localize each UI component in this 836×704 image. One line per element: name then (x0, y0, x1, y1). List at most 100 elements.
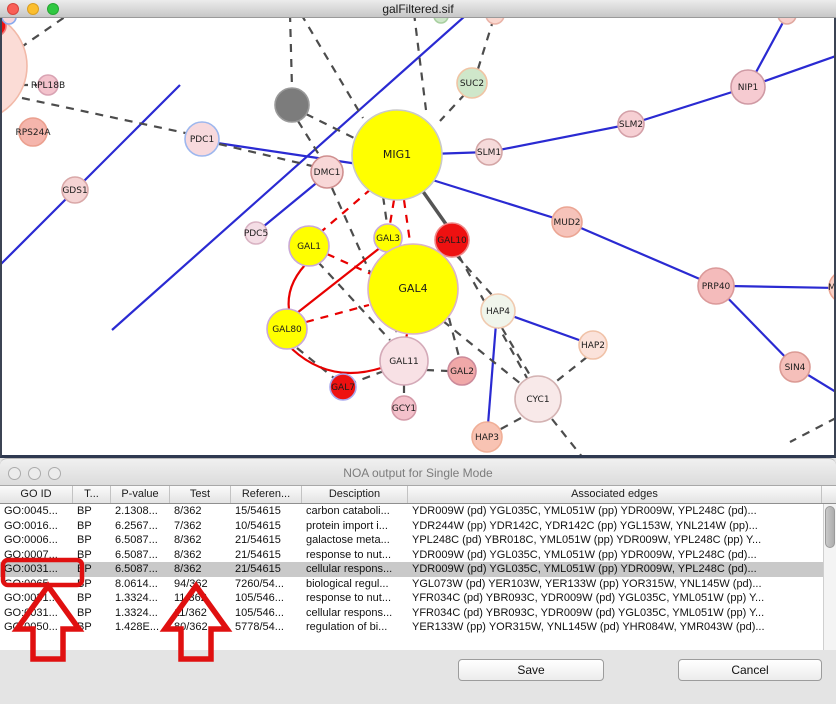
table-row[interactable]: GO:0031...BP1.3324...11/362105/546...res… (0, 591, 836, 606)
node-label-GAL3: GAL3 (376, 234, 400, 244)
table-row[interactable]: GO:0007...BP6.5087...8/36221/54615respon… (0, 548, 836, 563)
node-label-GAL1: GAL1 (297, 242, 321, 252)
cell-description: regulation of bi... (302, 620, 408, 635)
column-header-edges[interactable]: Associated edges (408, 486, 822, 503)
cell-p_value: 6.5087... (111, 533, 170, 548)
table-row[interactable]: GO:0006...BP6.5087...8/36221/54615galact… (0, 533, 836, 548)
cell-description: response to nut... (302, 591, 408, 606)
node-label-MUD2: MUD2 (553, 218, 580, 228)
edge-dash (298, 121, 321, 158)
node-label-GAL11: GAL11 (389, 357, 419, 367)
edge-dash (297, 348, 334, 378)
node-big-left[interactable] (0, 18, 27, 121)
cell-type: BP (73, 504, 111, 519)
save-button[interactable]: Save (458, 659, 604, 681)
graph-window: galFiltered.sif RPL18BRPS24AGDS1PDC1DMC1… (0, 0, 836, 458)
cell-description: cellular respons... (302, 562, 408, 577)
vertical-scrollbar[interactable] (823, 504, 836, 650)
cell-type: BP (73, 533, 111, 548)
cell-test: 80/362 (170, 620, 231, 635)
column-header-reference[interactable]: Referen... (231, 486, 302, 503)
cell-type: BP (73, 620, 111, 635)
node-label-HAP3: HAP3 (475, 433, 499, 443)
column-header-description[interactable]: Desciption (302, 486, 408, 503)
cell-test: 8/362 (170, 548, 231, 563)
network-canvas[interactable]: RPL18BRPS24AGDS1PDC1DMC1MIG1SUC2SLM1SLM2… (0, 18, 836, 458)
cell-reference: 5778/54... (231, 620, 302, 635)
cell-go_id: GO:0065... (0, 577, 73, 592)
cell-type: BP (73, 591, 111, 606)
noa-window-title: NOA output for Single Mode (0, 466, 836, 480)
table-row[interactable]: GO:0031...BP1.3324...11/362105/546...cel… (0, 606, 836, 621)
cell-description: galactose meta... (302, 533, 408, 548)
table-row[interactable]: GO:0065...BP8.0614...94/3627260/54...bio… (0, 577, 836, 592)
cell-p_value: 6.2567... (111, 519, 170, 534)
cell-edges: YGL073W (pd) YER103W, YER133W (pp) YOR31… (408, 577, 822, 592)
cell-go_id: GO:0050... (0, 620, 73, 635)
edge-blue (0, 85, 180, 265)
cell-reference: 7260/54... (231, 577, 302, 592)
noa-window-titlebar[interactable]: NOA output for Single Mode (0, 458, 836, 486)
cell-go_id: GO:0031... (0, 606, 73, 621)
graph-window-titlebar[interactable]: galFiltered.sif (0, 0, 836, 18)
cell-go_id: GO:0031... (0, 591, 73, 606)
node-top-nub-1[interactable] (778, 18, 796, 24)
cell-edges: YDR009W (pd) YGL035C, YML051W (pp) YDR00… (408, 548, 822, 563)
edge-dash (552, 419, 583, 458)
cell-type: BP (73, 519, 111, 534)
cell-go_id: GO:0016... (0, 519, 73, 534)
edge-dash (414, 18, 426, 110)
table-row[interactable]: GO:0031...BP6.5087...8/36221/54615cellul… (0, 562, 836, 577)
edge-blue (487, 311, 497, 437)
cell-type: BP (73, 577, 111, 592)
cell-reference: 21/54615 (231, 533, 302, 548)
cell-edges: YDR009W (pd) YGL035C, YML051W (pp) YDR00… (408, 504, 822, 519)
cell-test: 94/362 (170, 577, 231, 592)
cell-reference: 10/54615 (231, 519, 302, 534)
edge-dash (301, 18, 363, 118)
cell-test: 8/362 (170, 533, 231, 548)
noa-output-window: NOA output for Single Mode GO IDT...P-va… (0, 458, 836, 704)
scrollbar-thumb[interactable] (825, 506, 835, 548)
cell-description: protein import i... (302, 519, 408, 534)
node-label-PDC5: PDC5 (244, 229, 268, 239)
cell-edges: YFR034C (pd) YBR093C, YDR009W (pd) YGL03… (408, 591, 822, 606)
column-header-test[interactable]: Test (170, 486, 231, 503)
node-label-GAL10: GAL10 (437, 236, 467, 246)
cell-p_value: 6.5087... (111, 548, 170, 563)
cell-go_id: GO:0031... (0, 562, 73, 577)
table-row[interactable]: GO:0016...BP6.2567...7/36210/54615protei… (0, 519, 836, 534)
node-label-SIN4: SIN4 (785, 363, 806, 373)
column-header-type[interactable]: T... (73, 486, 111, 503)
node-label-GDS1: GDS1 (62, 186, 87, 196)
cell-reference: 105/546... (231, 591, 302, 606)
cancel-button[interactable]: Cancel (678, 659, 822, 681)
cell-description: carbon cataboli... (302, 504, 408, 519)
cell-go_id: GO:0007... (0, 548, 73, 563)
cell-go_id: GO:0006... (0, 533, 73, 548)
node-top-nub-3[interactable] (434, 18, 448, 23)
node-label-MIG1: MIG1 (383, 148, 411, 161)
node-label-GAL7: GAL7 (331, 383, 355, 393)
node-top-nub-2[interactable] (486, 18, 504, 24)
cell-test: 11/362 (170, 606, 231, 621)
column-header-p_value[interactable]: P-value (111, 486, 170, 503)
table-row[interactable]: GO:0045...BP2.1308...8/36215/54615carbon… (0, 504, 836, 519)
table-row[interactable]: GO:0050...BP1.428E...80/3625778/54...reg… (0, 620, 836, 635)
cell-description: cellular respons... (302, 606, 408, 621)
node-label-RPS24A: RPS24A (15, 128, 51, 138)
node-label-CYC1: CYC1 (526, 395, 549, 405)
cell-edges: YER133W (pp) YOR315W, YNL145W (pd) YHR08… (408, 620, 822, 635)
node-gray-node[interactable] (275, 88, 309, 122)
node-label-HAP4: HAP4 (486, 307, 510, 317)
edge-blue (258, 180, 320, 231)
edge-dash (426, 370, 448, 371)
cell-test: 7/362 (170, 519, 231, 534)
edge-reddash (322, 189, 371, 231)
edge-blue (567, 222, 716, 286)
column-header-go_id[interactable]: GO ID (0, 486, 73, 503)
edge-dash (20, 18, 72, 48)
edge-reddash (404, 200, 410, 242)
edge-red (292, 349, 381, 373)
dialog-footer: Save Cancel (0, 650, 836, 704)
